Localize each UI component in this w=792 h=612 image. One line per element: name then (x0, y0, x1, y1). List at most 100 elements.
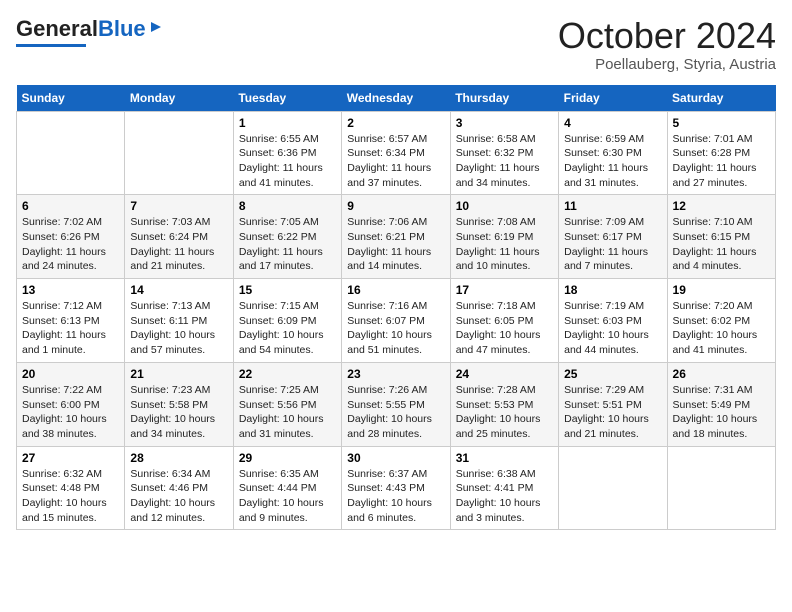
day-info: Sunrise: 7:16 AMSunset: 6:07 PMDaylight:… (347, 299, 444, 358)
day-number: 29 (239, 451, 336, 465)
day-cell-21: 21 Sunrise: 7:23 AMSunset: 5:58 PMDayligh… (125, 362, 233, 446)
day-info: Sunrise: 6:32 AMSunset: 4:48 PMDaylight:… (22, 467, 119, 526)
col-header-thursday: Thursday (450, 85, 558, 112)
col-header-wednesday: Wednesday (342, 85, 450, 112)
day-number: 4 (564, 116, 661, 130)
day-cell-25: 25 Sunrise: 7:29 AMSunset: 5:51 PMDayligh… (559, 362, 667, 446)
empty-cell (667, 446, 775, 530)
week-row-4: 20 Sunrise: 7:22 AMSunset: 6:00 PMDayligh… (17, 362, 776, 446)
location-subtitle: Poellauberg, Styria, Austria (558, 56, 776, 73)
day-info: Sunrise: 6:35 AMSunset: 4:44 PMDaylight:… (239, 467, 336, 526)
logo-general-text: General (16, 16, 98, 42)
day-cell-20: 20 Sunrise: 7:22 AMSunset: 6:00 PMDayligh… (17, 362, 125, 446)
day-number: 3 (456, 116, 553, 130)
day-cell-18: 18Sunrise: 7:19 AMSunset: 6:03 PMDayligh… (559, 279, 667, 363)
day-cell-6: 6Sunrise: 7:02 AMSunset: 6:26 PMDaylight… (17, 195, 125, 279)
col-header-sunday: Sunday (17, 85, 125, 112)
day-cell-1: 1 Sunrise: 6:55 AMSunset: 6:36 PMDaylight… (233, 111, 341, 195)
day-number: 10 (456, 199, 553, 213)
day-cell-14: 14 Sunrise: 7:13 AMSunset: 6:11 PMDayligh… (125, 279, 233, 363)
day-cell-9: 9 Sunrise: 7:06 AMSunset: 6:21 PMDaylight… (342, 195, 450, 279)
day-number: 14 (130, 283, 227, 297)
day-number: 27 (22, 451, 119, 465)
day-number: 7 (130, 199, 227, 213)
day-cell-7: 7 Sunrise: 7:03 AMSunset: 6:24 PMDaylight… (125, 195, 233, 279)
week-row-1: 1 Sunrise: 6:55 AMSunset: 6:36 PMDaylight… (17, 111, 776, 195)
day-info: Sunrise: 7:09 AMSunset: 6:17 PMDaylight:… (564, 215, 661, 274)
day-info: Sunrise: 7:15 AMSunset: 6:09 PMDaylight:… (239, 299, 336, 358)
day-cell-23: 23 Sunrise: 7:26 AMSunset: 5:55 PMDayligh… (342, 362, 450, 446)
day-number: 8 (239, 199, 336, 213)
day-cell-31: 31 Sunrise: 6:38 AMSunset: 4:41 PMDayligh… (450, 446, 558, 530)
day-number: 17 (456, 283, 553, 297)
day-info: Sunrise: 7:05 AMSunset: 6:22 PMDaylight:… (239, 215, 336, 274)
day-cell-28: 28Sunrise: 6:34 AMSunset: 4:46 PMDayligh… (125, 446, 233, 530)
day-info: Sunrise: 7:01 AMSunset: 6:28 PMDaylight:… (673, 132, 770, 191)
day-number: 25 (564, 367, 661, 381)
day-cell-16: 16Sunrise: 7:16 AMSunset: 6:07 PMDayligh… (342, 279, 450, 363)
day-cell-29: 29 Sunrise: 6:35 AMSunset: 4:44 PMDayligh… (233, 446, 341, 530)
col-header-saturday: Saturday (667, 85, 775, 112)
day-number: 24 (456, 367, 553, 381)
day-number: 20 (22, 367, 119, 381)
day-cell-24: 24 Sunrise: 7:28 AMSunset: 5:53 PMDayligh… (450, 362, 558, 446)
day-number: 30 (347, 451, 444, 465)
day-info: Sunrise: 7:25 AMSunset: 5:56 PMDaylight:… (239, 383, 336, 442)
day-number: 5 (673, 116, 770, 130)
day-info: Sunrise: 7:28 AMSunset: 5:53 PMDaylight:… (456, 383, 553, 442)
day-number: 1 (239, 116, 336, 130)
logo: General Blue (16, 16, 163, 47)
day-number: 12 (673, 199, 770, 213)
empty-cell (17, 111, 125, 195)
day-cell-5: 5 Sunrise: 7:01 AMSunset: 6:28 PMDaylight… (667, 111, 775, 195)
day-info: Sunrise: 7:26 AMSunset: 5:55 PMDaylight:… (347, 383, 444, 442)
day-info: Sunrise: 7:23 AMSunset: 5:58 PMDaylight:… (130, 383, 227, 442)
day-cell-3: 3Sunrise: 6:58 AMSunset: 6:32 PMDaylight… (450, 111, 558, 195)
day-cell-22: 22 Sunrise: 7:25 AMSunset: 5:56 PMDayligh… (233, 362, 341, 446)
day-number: 13 (22, 283, 119, 297)
day-cell-26: 26Sunrise: 7:31 AMSunset: 5:49 PMDayligh… (667, 362, 775, 446)
day-cell-19: 19Sunrise: 7:20 AMSunset: 6:02 PMDayligh… (667, 279, 775, 363)
calendar-header-row: SundayMondayTuesdayWednesdayThursdayFrid… (17, 85, 776, 112)
day-number: 22 (239, 367, 336, 381)
day-number: 11 (564, 199, 661, 213)
day-number: 21 (130, 367, 227, 381)
day-cell-13: 13 Sunrise: 7:12 AMSunset: 6:13 PMDayligh… (17, 279, 125, 363)
day-cell-4: 4 Sunrise: 6:59 AMSunset: 6:30 PMDaylight… (559, 111, 667, 195)
day-cell-2: 2 Sunrise: 6:57 AMSunset: 6:34 PMDaylight… (342, 111, 450, 195)
day-number: 6 (22, 199, 119, 213)
day-number: 26 (673, 367, 770, 381)
day-info: Sunrise: 7:13 AMSunset: 6:11 PMDaylight:… (130, 299, 227, 358)
empty-cell (559, 446, 667, 530)
logo-blue-text: Blue (98, 16, 146, 42)
page-header: General Blue October 2024 Poellauberg, S… (16, 16, 776, 73)
day-number: 23 (347, 367, 444, 381)
logo-arrow-icon (149, 20, 163, 39)
day-info: Sunrise: 6:55 AMSunset: 6:36 PMDaylight:… (239, 132, 336, 191)
day-cell-17: 17Sunrise: 7:18 AMSunset: 6:05 PMDayligh… (450, 279, 558, 363)
day-cell-10: 10 Sunrise: 7:08 AMSunset: 6:19 PMDayligh… (450, 195, 558, 279)
logo-underline (16, 44, 86, 47)
day-info: Sunrise: 7:03 AMSunset: 6:24 PMDaylight:… (130, 215, 227, 274)
day-info: Sunrise: 7:08 AMSunset: 6:19 PMDaylight:… (456, 215, 553, 274)
day-cell-11: 11 Sunrise: 7:09 AMSunset: 6:17 PMDayligh… (559, 195, 667, 279)
day-info: Sunrise: 7:06 AMSunset: 6:21 PMDaylight:… (347, 215, 444, 274)
week-row-5: 27 Sunrise: 6:32 AMSunset: 4:48 PMDayligh… (17, 446, 776, 530)
day-info: Sunrise: 6:38 AMSunset: 4:41 PMDaylight:… (456, 467, 553, 526)
month-title: October 2024 (558, 16, 776, 56)
day-info: Sunrise: 7:29 AMSunset: 5:51 PMDaylight:… (564, 383, 661, 442)
day-number: 31 (456, 451, 553, 465)
col-header-friday: Friday (559, 85, 667, 112)
day-info: Sunrise: 7:10 AMSunset: 6:15 PMDaylight:… (673, 215, 770, 274)
day-info: Sunrise: 6:57 AMSunset: 6:34 PMDaylight:… (347, 132, 444, 191)
day-number: 2 (347, 116, 444, 130)
day-cell-8: 8 Sunrise: 7:05 AMSunset: 6:22 PMDaylight… (233, 195, 341, 279)
day-number: 9 (347, 199, 444, 213)
day-info: Sunrise: 7:22 AMSunset: 6:00 PMDaylight:… (22, 383, 119, 442)
title-block: October 2024 Poellauberg, Styria, Austri… (558, 16, 776, 73)
day-info: Sunrise: 6:59 AMSunset: 6:30 PMDaylight:… (564, 132, 661, 191)
day-info: Sunrise: 7:12 AMSunset: 6:13 PMDaylight:… (22, 299, 119, 358)
col-header-monday: Monday (125, 85, 233, 112)
day-cell-30: 30Sunrise: 6:37 AMSunset: 4:43 PMDayligh… (342, 446, 450, 530)
col-header-tuesday: Tuesday (233, 85, 341, 112)
